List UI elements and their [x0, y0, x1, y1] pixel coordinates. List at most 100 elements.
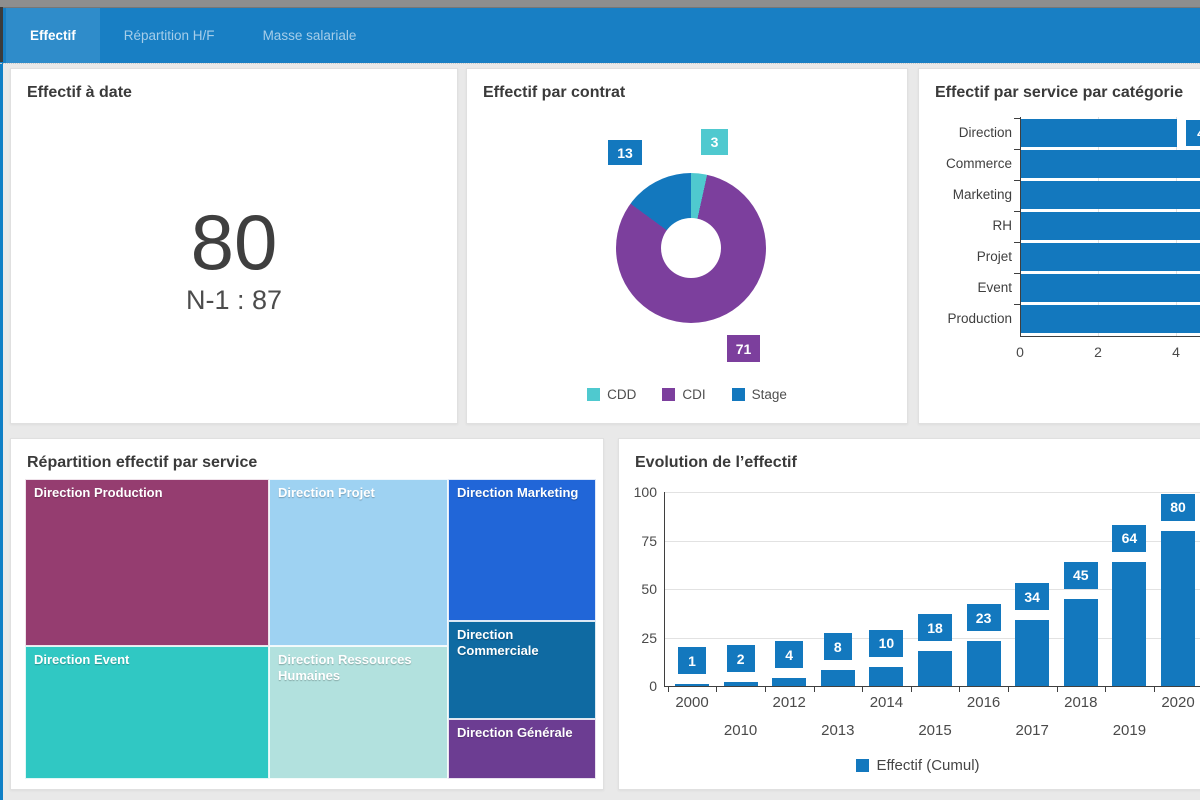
card-title: Effectif à date	[27, 84, 441, 102]
window-top-strip	[0, 0, 1200, 8]
bar-value-label-2017: 34	[1015, 583, 1049, 610]
bar-2012[interactable]	[772, 678, 806, 686]
bar-2018[interactable]	[1064, 599, 1098, 686]
x-cat-label-2017: 2017	[1008, 722, 1056, 739]
legend-swatch-effectif-cumul	[856, 759, 869, 772]
treemap-tile-direction-commerciale[interactable]: Direction Commerciale	[448, 621, 596, 719]
x-axis-line	[664, 686, 1200, 687]
x-axis-tick-10	[1154, 686, 1155, 692]
x-tick-label-4: 4	[1164, 344, 1188, 360]
treemap-label-direction-commerciale: Direction Commerciale	[449, 622, 595, 665]
card-repartition-effectif-par-service: Répartition effectif par service Directi…	[10, 438, 604, 790]
bar-value-label-2013: 8	[824, 633, 852, 660]
tab-masse-salariale[interactable]: Masse salariale	[239, 8, 381, 63]
x-cat-label-2010: 2010	[717, 722, 765, 739]
bar-value-label-2019: 64	[1112, 525, 1146, 552]
x-axis-tick-6	[959, 686, 960, 692]
dashboard: EffectifRépartition H/FMasse salariale E…	[0, 0, 1200, 800]
bar-value-label-2020: 80	[1161, 494, 1195, 521]
bar-value-label-2000: 1	[678, 647, 706, 674]
legend-swatch-stage	[732, 388, 745, 401]
treemap-tile-direction-marketing[interactable]: Direction Marketing	[448, 479, 596, 621]
bar-2013[interactable]	[821, 670, 855, 686]
treemap-tile-direction-generale[interactable]: Direction Générale	[448, 719, 596, 779]
treemap-tile-direction-event[interactable]: Direction Event	[25, 646, 269, 779]
legend-label-effectif-cumul: Effectif (Cumul)	[876, 757, 979, 774]
x-cat-label-2020: 2020	[1154, 694, 1200, 711]
bar-2014[interactable]	[869, 667, 903, 686]
bar-2016[interactable]	[967, 641, 1001, 686]
card-evolution-effectif: Evolution de l’effectif 0255075100120002…	[618, 438, 1200, 790]
hbar-plot: Direction4CommerceMarketingRHProjetEvent…	[919, 69, 1200, 423]
x-axis-tick-9	[1105, 686, 1106, 692]
data-label-stage: 13	[608, 140, 642, 165]
category-label-production: Production	[919, 305, 1012, 333]
tab-repartition-h-f[interactable]: Répartition H/F	[100, 8, 239, 63]
legend-label-stage: Stage	[752, 387, 787, 402]
kpi-previous-year: N-1 : 87	[11, 285, 457, 316]
hbar-projet[interactable]	[1021, 243, 1200, 271]
donut-legend: CDD CDI Stage	[467, 387, 907, 402]
card-title: Répartition effectif par service	[27, 454, 587, 472]
evolution-legend: Effectif (Cumul)	[619, 757, 1200, 774]
treemap-tile-direction-production[interactable]: Direction Production	[25, 479, 269, 646]
hbar-marketing[interactable]	[1021, 181, 1200, 209]
legend-item-stage[interactable]: Stage	[732, 387, 787, 402]
legend-item-cdi[interactable]: CDI	[662, 387, 705, 402]
x-axis-tick-3	[814, 686, 815, 692]
x-axis-tick-7	[1008, 686, 1009, 692]
tab-effectif[interactable]: Effectif	[6, 8, 100, 63]
tab-bar: EffectifRépartition H/FMasse salariale	[0, 8, 1200, 63]
legend-label-cdd: CDD	[607, 387, 636, 402]
evolution-plot: 0255075100120002201042012820131020141820…	[619, 439, 1200, 789]
bar-2020[interactable]	[1161, 531, 1195, 686]
y-axis-line	[664, 492, 665, 686]
data-label-cdd: 3	[701, 129, 728, 155]
hbar-production[interactable]	[1021, 305, 1200, 333]
y-axis-line	[1020, 117, 1021, 336]
x-cat-label-2016: 2016	[960, 694, 1008, 711]
x-axis-tick-8	[1057, 686, 1058, 692]
x-axis-tick-2	[765, 686, 766, 692]
legend-swatch-cdi	[662, 388, 675, 401]
bar-2019[interactable]	[1112, 562, 1146, 686]
legend-item-cdd[interactable]: CDD	[587, 387, 636, 402]
category-label-projet: Projet	[919, 243, 1012, 271]
card-effectif-par-service-categorie: Effectif par service par catégorie Direc…	[918, 68, 1200, 424]
hbar-rh[interactable]	[1021, 212, 1200, 240]
x-tick-label-0: 0	[1008, 344, 1032, 360]
bar-value-label-2014: 10	[869, 630, 903, 657]
x-axis-tick-1	[716, 686, 717, 692]
treemap-tile-direction-ressources-humaines[interactable]: Direction Ressources Humaines	[269, 646, 448, 779]
bar-2000[interactable]	[675, 684, 709, 686]
legend-swatch-cdd	[587, 388, 600, 401]
hbar-commerce[interactable]	[1021, 150, 1200, 178]
card-title: Effectif par contrat	[483, 84, 891, 102]
card-effectif-a-date: Effectif à date 80 N-1 : 87	[10, 68, 458, 424]
bar-2010[interactable]	[724, 682, 758, 686]
legend-item-effectif-cumul[interactable]: Effectif (Cumul)	[856, 757, 979, 774]
bar-value-label-2010: 2	[727, 645, 755, 672]
window-left-edge	[0, 7, 3, 62]
y-tick-label-50: 50	[619, 581, 657, 597]
category-label-commerce: Commerce	[919, 150, 1012, 178]
x-axis-tick-4	[862, 686, 863, 692]
treemap-label-direction-event: Direction Event	[26, 647, 268, 673]
hbar-event[interactable]	[1021, 274, 1200, 302]
bar-value-label-2015: 18	[918, 614, 952, 641]
treemap-tile-direction-projet[interactable]: Direction Projet	[269, 479, 448, 646]
page-left-accent	[0, 62, 3, 800]
donut-chart[interactable]	[616, 173, 766, 323]
x-cat-label-2019: 2019	[1105, 722, 1153, 739]
donut-hole	[661, 218, 721, 278]
treemap-label-direction-generale: Direction Générale	[449, 720, 595, 746]
category-label-direction: Direction	[919, 119, 1012, 147]
bar-2017[interactable]	[1015, 620, 1049, 686]
bar-2015[interactable]	[918, 651, 952, 686]
hbar-direction[interactable]	[1021, 119, 1177, 147]
x-cat-label-2012: 2012	[765, 694, 813, 711]
category-label-event: Event	[919, 274, 1012, 302]
x-cat-label-2018: 2018	[1057, 694, 1105, 711]
x-axis-line	[1020, 336, 1200, 337]
treemap: Direction ProductionDirection EventDirec…	[25, 479, 596, 779]
